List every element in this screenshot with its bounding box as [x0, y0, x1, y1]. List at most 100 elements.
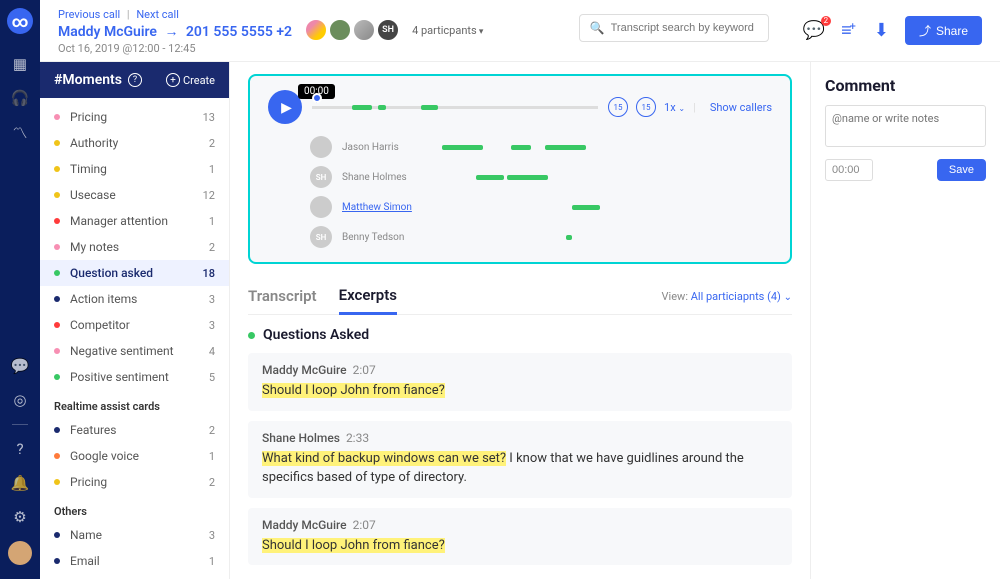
comment-input[interactable] [825, 105, 986, 147]
call-number[interactable]: 201 555 5555 [186, 24, 273, 40]
speaker-track[interactable] [428, 230, 772, 244]
excerpt-card[interactable]: Maddy McGuire2:07Should I loop John from… [248, 353, 792, 411]
gear-icon[interactable]: ⚙ [10, 507, 30, 527]
moment-item[interactable]: Google voice1 [40, 443, 229, 469]
moment-count: 1 [209, 450, 215, 463]
participants-dropdown[interactable]: 4 particpants [412, 24, 483, 37]
chat-icon[interactable]: 💬 [10, 356, 30, 376]
timestamp-input[interactable] [825, 159, 873, 181]
speaker-avatar[interactable] [310, 136, 332, 158]
help-badge-icon[interactable]: ? [128, 73, 142, 87]
excerpt-meta: Maddy McGuire2:07 [262, 363, 778, 377]
moment-item[interactable]: Name3 [40, 522, 229, 548]
moment-item[interactable]: Negative sentiment4 [40, 338, 229, 364]
caller-name-link[interactable]: Maddy McGuire [58, 24, 157, 40]
excerpt-card[interactable]: Shane Holmes2:33What kind of backup wind… [248, 421, 792, 498]
participant-avatar[interactable]: SH [376, 18, 400, 42]
moment-item[interactable]: URL3 [40, 574, 229, 579]
excerpt-card[interactable]: Maddy McGuire2:07Should I loop John from… [248, 508, 792, 566]
speaker-track[interactable] [428, 170, 772, 184]
speaker-avatar[interactable] [310, 196, 332, 218]
skip-back-button[interactable]: 15 [608, 97, 628, 117]
skip-forward-button[interactable]: 15 [636, 97, 656, 117]
add-list-icon[interactable]: ≡+ [841, 20, 858, 41]
moment-item[interactable]: Usecase12 [40, 182, 229, 208]
help-icon[interactable]: ? [10, 439, 30, 459]
moments-panel: #Moments ? +Create Pricing13Authority2Ti… [40, 62, 230, 579]
participants-strip: SH 4 particpants [310, 18, 483, 42]
excerpt-text: Should I loop John from fiance? [262, 536, 778, 556]
moment-count: 2 [209, 241, 215, 254]
moments-title: #Moments [54, 72, 122, 88]
moment-count: 2 [209, 137, 215, 150]
prev-call-link[interactable]: Previous call [58, 8, 120, 21]
bell-icon[interactable]: 🔔 [10, 473, 30, 493]
participant-avatar[interactable] [352, 18, 376, 42]
search-input[interactable] [611, 22, 758, 34]
save-button[interactable]: Save [937, 159, 986, 181]
share-button[interactable]: ⤴Share [905, 16, 982, 45]
speaker-row: SH Shane Holmes [268, 162, 772, 192]
moment-label: Negative sentiment [70, 344, 209, 358]
moment-item[interactable]: Authority2 [40, 130, 229, 156]
show-callers-link[interactable]: Show callers [710, 101, 772, 114]
participant-avatar[interactable] [304, 18, 328, 42]
moment-item[interactable]: Positive sentiment5 [40, 364, 229, 390]
target-icon[interactable]: ◎ [10, 390, 30, 410]
tab-excerpts[interactable]: Excerpts [339, 278, 397, 315]
moment-label: Positive sentiment [70, 370, 209, 384]
chevron-down-icon: ⌄ [784, 292, 792, 303]
search-box[interactable]: 🔍 [579, 14, 769, 42]
speed-toggle[interactable]: 1x ⌄ [664, 101, 685, 114]
moment-item[interactable]: Email1 [40, 548, 229, 574]
moment-item[interactable]: Competitor3 [40, 312, 229, 338]
moment-count: 4 [209, 345, 215, 358]
timeline[interactable] [312, 97, 598, 117]
comment-panel: Comment Save [810, 62, 1000, 579]
excerpt-meta: Shane Holmes2:33 [262, 431, 778, 445]
speaker-avatar[interactable]: SH [310, 226, 332, 248]
play-button[interactable]: ▶ [268, 90, 302, 124]
speaker-track[interactable] [428, 200, 772, 214]
create-moment-button[interactable]: +Create [166, 73, 215, 87]
playhead[interactable] [312, 93, 322, 103]
moment-label: Pricing [70, 475, 209, 489]
moments-section-header: Others [40, 495, 229, 522]
view-filter[interactable]: View: All particiapnts (4) ⌄ [662, 290, 792, 303]
moments-header: #Moments ? +Create [40, 62, 229, 98]
speaker-name: Shane Holmes [342, 172, 418, 183]
tab-transcript[interactable]: Transcript [248, 279, 317, 313]
moment-dot-icon [54, 270, 60, 276]
moment-item[interactable]: Features2 [40, 417, 229, 443]
moment-count: 1 [209, 555, 215, 568]
category-dot-icon [248, 332, 255, 339]
participant-avatar[interactable] [328, 18, 352, 42]
moment-item[interactable]: Manager attention1 [40, 208, 229, 234]
center-panel: 00:00 ▶ 15 15 1x ⌄ | Show callers [230, 62, 810, 579]
dashboard-icon[interactable]: ▦ [10, 54, 30, 74]
speaker-name-link[interactable]: Matthew Simon [342, 202, 418, 213]
moment-dot-icon [54, 166, 60, 172]
moment-item[interactable]: My notes2 [40, 234, 229, 260]
speaker-name: Benny Tedson [342, 232, 418, 243]
moment-item[interactable]: Timing1 [40, 156, 229, 182]
headset-icon[interactable]: 🎧 [10, 88, 30, 108]
moment-item[interactable]: Question asked18 [40, 260, 229, 286]
moment-count: 5 [209, 371, 215, 384]
next-call-link[interactable]: Next call [136, 8, 179, 21]
app-logo[interactable]: ∞ [7, 8, 33, 34]
speaker-avatar[interactable]: SH [310, 166, 332, 188]
moment-item[interactable]: Pricing13 [40, 104, 229, 130]
moment-dot-icon [54, 192, 60, 198]
trend-icon[interactable]: 〽 [10, 122, 30, 142]
speaker-track[interactable] [428, 140, 772, 154]
moment-item[interactable]: Pricing2 [40, 469, 229, 495]
more-participants-count[interactable]: +2 [276, 24, 292, 40]
moments-list: Pricing13Authority2Timing1Usecase12Manag… [40, 98, 229, 579]
notifications-icon[interactable]: 💬2 [803, 20, 825, 41]
download-icon[interactable]: ⬇ [874, 20, 889, 41]
user-avatar[interactable] [8, 541, 32, 565]
speaker-name: Jason Harris [342, 142, 418, 153]
search-icon: 🔍 [590, 21, 605, 35]
moment-item[interactable]: Action items3 [40, 286, 229, 312]
